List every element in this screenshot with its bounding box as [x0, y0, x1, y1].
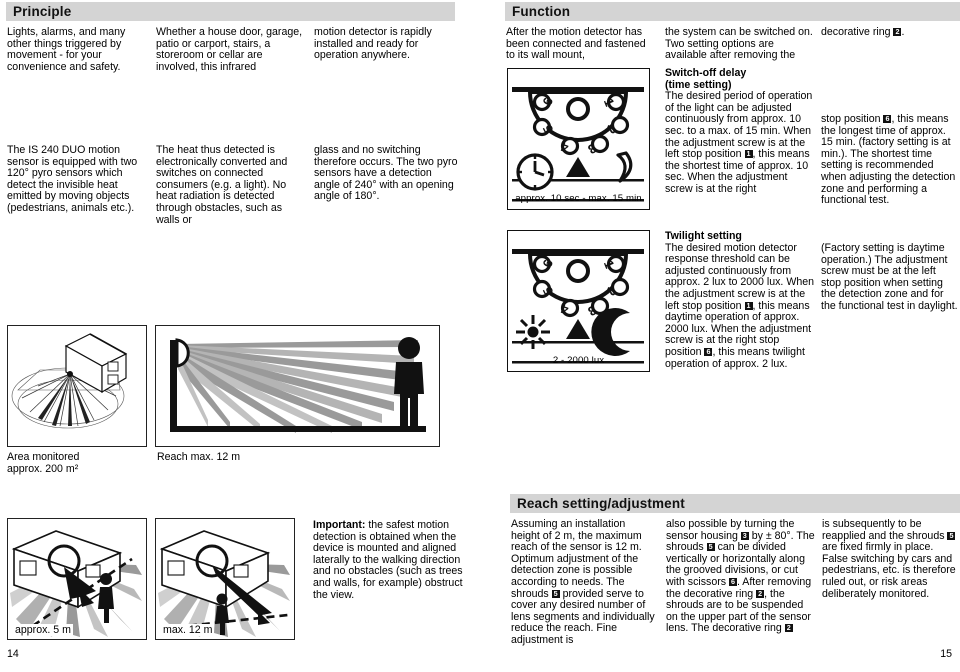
reach-col1-para: Assuming an installation height of 2 m, …: [511, 518, 656, 647]
principle-col2-para1: Whether a house door, garage, patio or c…: [156, 26, 303, 73]
area-monitored-caption-line1: Area monitored: [7, 451, 80, 463]
function-col4-para1: After the motion detector has been conne…: [506, 26, 646, 62]
principle-col3-para1: motion detector is rapidly installed and…: [314, 26, 432, 62]
reach-col2-para: also possible by turning the sensor hous…: [666, 518, 816, 635]
principle-col3-para2: glass and no switching therefore occurs.…: [314, 144, 458, 203]
function-col5-para1: the system can be switched on. Two setti…: [665, 26, 813, 62]
badge-6-b: 6: [728, 576, 737, 586]
approach-frontal-figure: approx. 5 m: [7, 518, 147, 640]
lateral-approach-diagram: [156, 519, 293, 638]
decorative-ring-text-post: .: [901, 26, 905, 38]
function-col6-para1: decorative ring 2.: [821, 26, 956, 39]
manual-page: Principle Function Lights, alarms, and m…: [0, 0, 960, 672]
section-header-reach: Reach setting/adjustment: [510, 494, 960, 513]
area-monitored-caption-line2: approx. 200 m²: [7, 462, 79, 475]
function-column-4: After the motion detector has been conne…: [506, 26, 651, 62]
switch-off-heading: Switch-off delay (time setting) The desire…: [665, 67, 815, 196]
badge-5-b: 5: [706, 542, 715, 552]
function-column-5: the system can be switched on. Two setti…: [665, 26, 813, 62]
area-monitored-caption: Area monitored approx. 200 m²: [7, 451, 147, 475]
switch-off-delay-block: Switch-off delay (time setting) The desire…: [665, 67, 815, 196]
page-number-right: 15: [940, 648, 952, 660]
switch-off-right-part1: stop position: [821, 113, 884, 125]
twilight-right-para: (Factory setting is daytime operation.) …: [821, 242, 958, 312]
twilight-dial-label: 2 - 2000 lux: [552, 355, 605, 366]
switch-off-right-part2: , this means the longest time of approx.…: [821, 113, 956, 207]
time-dial-svg: 1 2 3 4 5 6: [508, 69, 648, 208]
twilight-setting-dial-figure: 1 2 3 4 5 6 2 - 2000 lux: [507, 230, 650, 372]
principle-col1-para1: Lights, alarms, and many other things tr…: [7, 26, 126, 73]
twilight-para: Twilight setting The desired motion detec…: [665, 230, 815, 370]
twilight-setting-block: Twilight setting The desired motion detec…: [665, 230, 815, 370]
clock-icon: [516, 153, 554, 191]
reach-max-figure: [155, 325, 440, 447]
area-monitored-figure: [7, 325, 147, 447]
sun-icon: [516, 315, 550, 349]
frontal-approach-diagram: [8, 519, 145, 638]
reach-col3-part1: is subsequently to be reapplied and the …: [822, 518, 948, 542]
badge-3: 3: [740, 530, 749, 540]
decorative-ring-text-pre: decorative ring: [821, 26, 894, 38]
principle-column-2: Whether a house door, garage, patio or c…: [156, 26, 304, 73]
section-title-reach: Reach setting/adjustment: [517, 496, 685, 511]
section-header-function: Function: [505, 2, 960, 21]
principle-col2-para2: The heat thus detected is electronically…: [156, 144, 288, 226]
reach-col3-part2: are fixed firmly in place. False switchi…: [822, 541, 956, 600]
page-number-left: 14: [7, 648, 19, 660]
twilight-setting-continuation: (Factory setting is daytime operation.) …: [821, 242, 958, 313]
badge-1-twilight: 1: [744, 300, 753, 310]
reach-column-2: also possible by turning the sensor hous…: [666, 518, 816, 635]
switch-off-right-para: stop position 6, this means the longest …: [821, 113, 958, 207]
badge-5: 5: [551, 588, 560, 598]
function-column-6: decorative ring 2.: [821, 26, 956, 39]
house-detection-zone-3d-diagram: [8, 326, 145, 445]
badge-2-b: 2: [756, 588, 765, 598]
principle-column-3: motion detector is rapidly installed and…: [314, 26, 460, 62]
sensor-reach-side-view-diagram: [156, 326, 438, 445]
approach-lateral-caption: max. 12 m: [161, 624, 215, 636]
section-title-principle: Principle: [13, 4, 72, 19]
switch-off-heading-line1: Switch-off delay: [665, 67, 747, 79]
principle-column-3-lower: glass and no switching therefore occurs.…: [314, 144, 460, 203]
principle-column-1: Lights, alarms, and many other things tr…: [7, 26, 147, 73]
reach-column-1: Assuming an installation height of 2 m, …: [511, 518, 656, 647]
approach-lateral-figure: max. 12 m: [155, 518, 295, 640]
reach-column-3: is subsequently to be reapplied and the …: [822, 518, 958, 600]
section-header-principle: Principle: [6, 2, 455, 21]
principle-column-2-lower: The heat thus detected is electronically…: [156, 144, 306, 226]
badge-2-c: 2: [784, 623, 793, 633]
important-note-para: Important: the safest motion detection i…: [313, 519, 463, 601]
switch-off-delay-continuation: stop position 6, this means the longest …: [821, 113, 958, 207]
important-note-body: the safest motion detection is obtained …: [313, 519, 463, 601]
principle-column-1-lower: The IS 240 DUO motion sensor is equipped…: [7, 144, 149, 215]
principle-col1-para2: The IS 240 DUO motion sensor is equipped…: [7, 144, 138, 214]
important-note-label: Important:: [313, 519, 366, 531]
reach-max-caption: Reach max. 12 m: [157, 451, 241, 463]
approach-frontal-caption: approx. 5 m: [13, 624, 73, 636]
important-note: Important: the safest motion detection i…: [313, 519, 463, 601]
badge-1: 1: [744, 149, 753, 159]
badge-5-c: 5: [947, 530, 956, 540]
time-setting-dial-figure: 1 2 3 4 5 6 approx. 10 sec - max. 15 min: [507, 68, 650, 210]
twilight-dial-svg: 1 2 3 4 5 6: [508, 231, 648, 370]
reach-col3-para: is subsequently to be reapplied and the …: [822, 518, 958, 600]
section-title-function: Function: [512, 4, 571, 19]
time-dial-label: approx. 10 sec - max. 15 min: [515, 193, 642, 204]
